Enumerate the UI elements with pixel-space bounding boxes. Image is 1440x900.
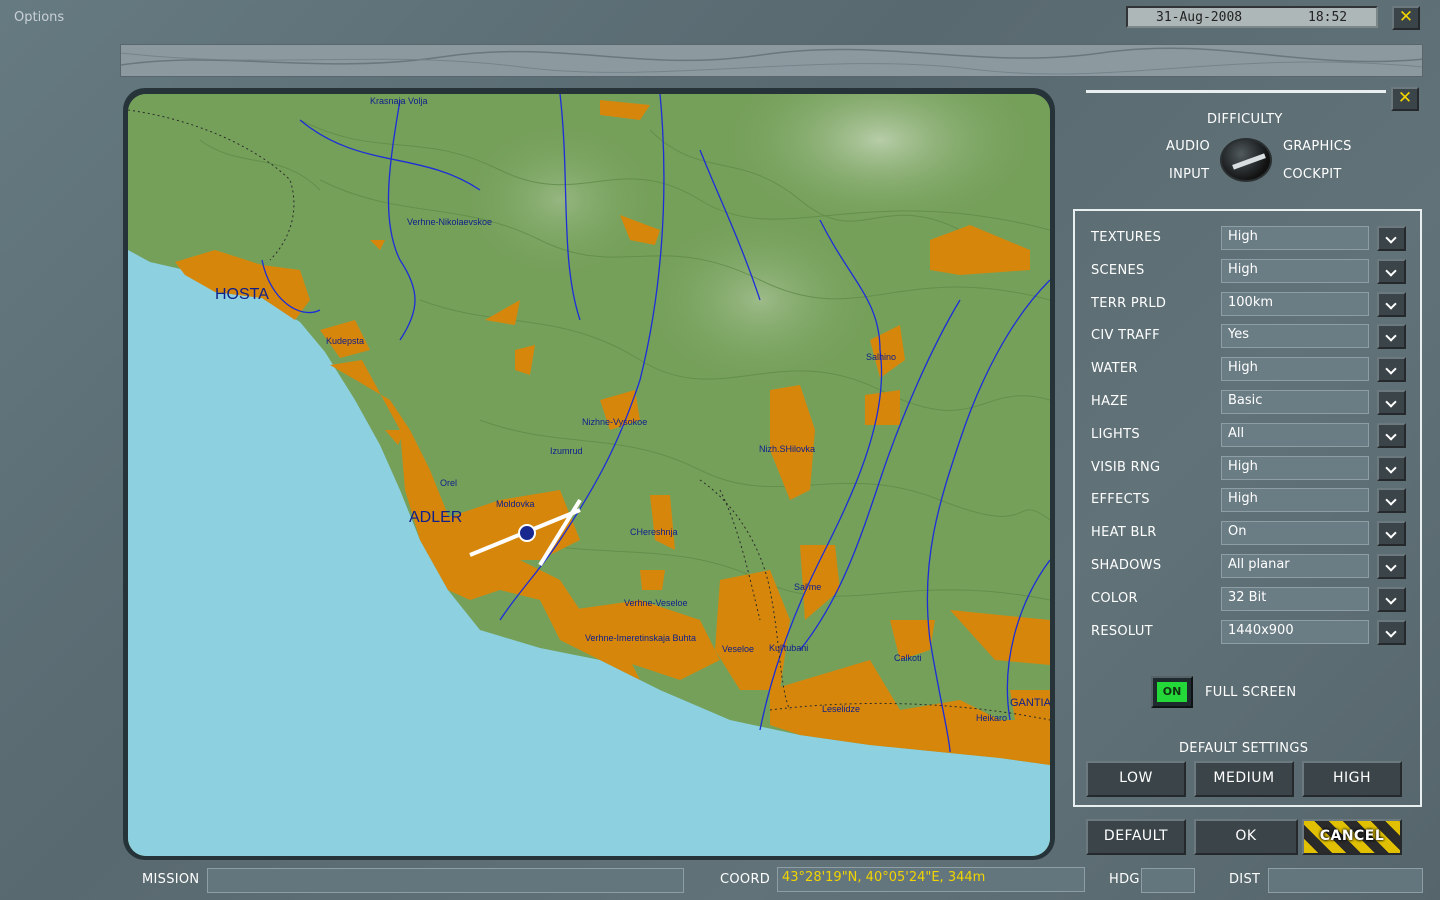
setting-value-lights[interactable]: All <box>1221 423 1369 447</box>
chevron-down-icon[interactable] <box>1377 620 1406 645</box>
hdg-field <box>1141 868 1195 893</box>
setting-value-heat-blr[interactable]: On <box>1221 521 1369 545</box>
fullscreen-toggle-state: ON <box>1157 682 1187 702</box>
place-label: Krasnaja Volja <box>370 96 428 106</box>
place-label: Moldovka <box>496 499 535 509</box>
place-label: Sal'me <box>794 582 821 592</box>
setting-label-textures: TEXTURES <box>1091 230 1162 245</box>
setting-label-resolut: RESOLUT <box>1091 624 1153 639</box>
coord-label: COORD <box>720 872 771 887</box>
preset-low-button[interactable]: LOW <box>1086 761 1186 797</box>
cancel-button[interactable]: CANCEL <box>1302 819 1402 855</box>
place-label: Leselidze <box>822 704 860 714</box>
category-graphics[interactable]: GRAPHICS <box>1283 139 1352 154</box>
place-label: Heikaro <box>976 713 1007 723</box>
mission-field <box>207 868 684 893</box>
setting-label-color: COLOR <box>1091 591 1138 606</box>
place-label: Salhino <box>866 352 896 362</box>
setting-value-scenes[interactable]: High <box>1221 259 1369 283</box>
place-label: Nizhne-Vysokoe <box>582 417 647 427</box>
setting-label-scenes: SCENES <box>1091 263 1145 278</box>
setting-value-color[interactable]: 32 Bit <box>1221 587 1369 611</box>
setting-value-haze[interactable]: Basic <box>1221 390 1369 414</box>
setting-value-visib-rng[interactable]: High <box>1221 456 1369 480</box>
place-label: Calkoti <box>894 653 922 663</box>
setting-value-textures[interactable]: High <box>1221 226 1369 250</box>
dist-field <box>1268 868 1423 893</box>
setting-value-water[interactable]: High <box>1221 357 1369 381</box>
category-cockpit[interactable]: COCKPIT <box>1283 167 1342 182</box>
setting-label-civ-traff: CIV TRAFF <box>1091 328 1160 343</box>
setting-label-terr-prld: TERR PRLD <box>1091 296 1167 311</box>
ok-button[interactable]: OK <box>1194 819 1298 855</box>
place-label: GANTIA <box>1010 697 1050 709</box>
setting-value-resolut[interactable]: 1440x900 <box>1221 620 1369 644</box>
place-label: HOSTA <box>215 286 269 303</box>
chevron-down-icon[interactable] <box>1377 357 1406 382</box>
chevron-down-icon[interactable] <box>1377 292 1406 317</box>
place-label: Izumrud <box>550 446 583 456</box>
chevron-down-icon[interactable] <box>1377 259 1406 284</box>
hdg-label: HDG <box>1109 872 1140 887</box>
chevron-down-icon[interactable] <box>1377 423 1406 448</box>
preset-high-button[interactable]: HIGH <box>1302 761 1402 797</box>
chevron-down-icon[interactable] <box>1377 226 1406 251</box>
place-label: Kudepsta <box>326 336 364 346</box>
time-readout: 18:52 <box>1308 10 1348 25</box>
date-time-display: 31-Aug-2008 18:52 <box>1126 6 1378 28</box>
chevron-down-icon[interactable] <box>1377 521 1406 546</box>
fullscreen-toggle[interactable]: ON <box>1151 676 1193 708</box>
close-icon: ✕ <box>1397 88 1413 108</box>
window-title: Options <box>14 10 65 25</box>
setting-value-shadows[interactable]: All planar <box>1221 554 1369 578</box>
date-readout: 31-Aug-2008 <box>1156 10 1243 25</box>
setting-label-shadows: SHADOWS <box>1091 558 1162 573</box>
fullscreen-label: FULL SCREEN <box>1205 685 1297 700</box>
mission-label: MISSION <box>142 872 200 887</box>
dist-label: DIST <box>1229 872 1261 887</box>
place-label: Veseloe <box>722 644 754 654</box>
chevron-down-icon[interactable] <box>1377 554 1406 579</box>
chevron-down-icon[interactable] <box>1377 587 1406 612</box>
coord-readout: 43°28'19"N, 40°05'24"E, 344m <box>777 867 1085 892</box>
chevron-down-icon[interactable] <box>1377 456 1406 481</box>
panel-close-button[interactable]: ✕ <box>1391 87 1419 111</box>
chevron-down-icon[interactable] <box>1377 390 1406 415</box>
setting-label-water: WATER <box>1091 361 1138 376</box>
panel-divider <box>1086 90 1386 93</box>
close-icon: ✕ <box>1398 7 1414 27</box>
default-settings-title: DEFAULT SETTINGS <box>1179 741 1309 756</box>
chevron-down-icon[interactable] <box>1377 324 1406 349</box>
strip-lines <box>121 47 1422 75</box>
place-label: ADLER <box>409 509 462 526</box>
preset-medium-button[interactable]: MEDIUM <box>1194 761 1294 797</box>
setting-label-effects: EFFECTS <box>1091 492 1150 507</box>
default-button[interactable]: DEFAULT <box>1086 819 1186 855</box>
category-selector-knob[interactable] <box>1220 138 1272 182</box>
map-labels: Krasnaja Volja Verhne-Nikolaevskoe HOSTA… <box>215 96 1050 723</box>
place-label: Kul'tubani <box>769 643 808 653</box>
category-difficulty[interactable]: DIFFICULTY <box>1207 112 1283 127</box>
setting-label-haze: HAZE <box>1091 394 1128 409</box>
setting-label-heat-blr: HEAT BLR <box>1091 525 1157 540</box>
category-input[interactable]: INPUT <box>1169 167 1209 182</box>
place-label: Nizh.SHilovka <box>759 444 815 454</box>
setting-value-civ-traff[interactable]: Yes <box>1221 324 1369 348</box>
place-label: CHereshnja <box>630 527 678 537</box>
setting-value-terr-prld[interactable]: 100km <box>1221 292 1369 316</box>
window-close-button[interactable]: ✕ <box>1392 6 1420 30</box>
setting-label-visib-rng: VISIB RNG <box>1091 460 1161 475</box>
decorative-map-strip <box>120 44 1423 77</box>
place-label: Verhne-Nikolaevskoe <box>407 217 492 227</box>
place-label: Verhne-Imeretinskaja Buhta <box>585 633 696 643</box>
setting-label-lights: LIGHTS <box>1091 427 1140 442</box>
category-audio[interactable]: AUDIO <box>1166 139 1210 154</box>
setting-value-effects[interactable]: High <box>1221 488 1369 512</box>
place-label: Orel <box>440 478 457 488</box>
map-view[interactable]: Krasnaja Volja Verhne-Nikolaevskoe HOSTA… <box>128 94 1050 856</box>
chevron-down-icon[interactable] <box>1377 488 1406 513</box>
place-label: Verhne-Veseloe <box>624 598 688 608</box>
